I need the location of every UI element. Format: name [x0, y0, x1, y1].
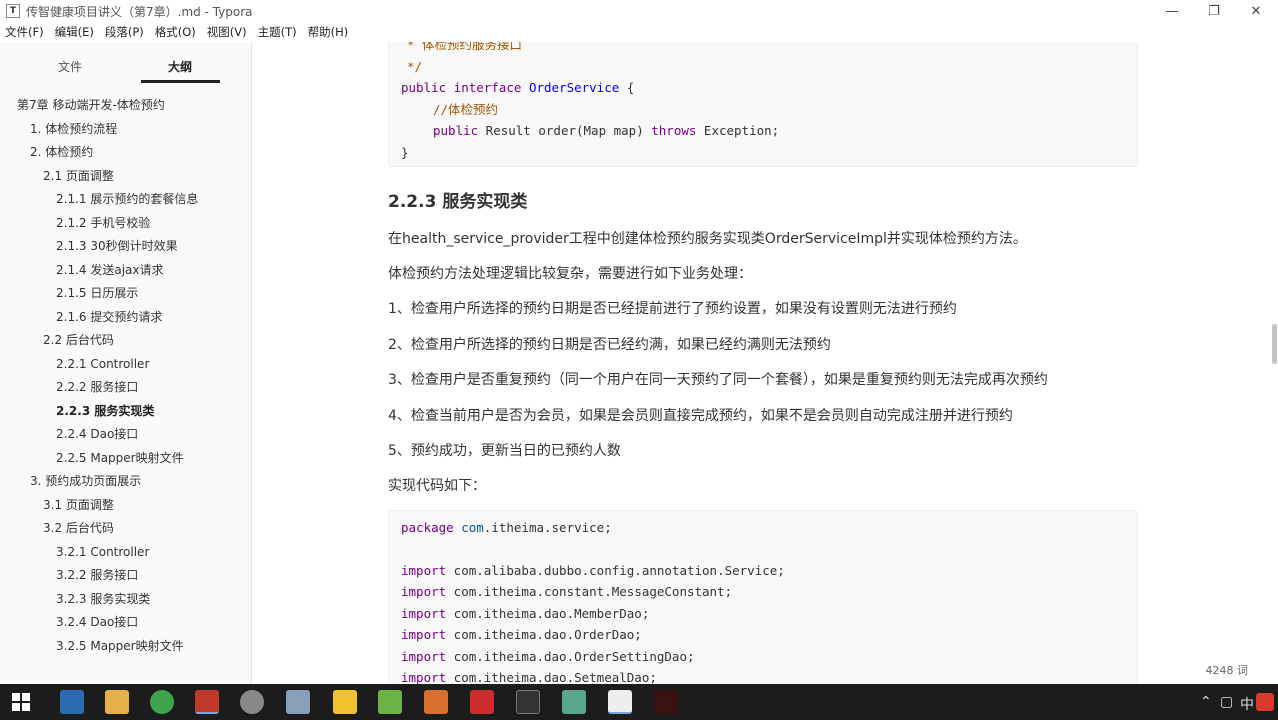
outline-item[interactable]: 3.2.3 服务实现类 [56, 590, 150, 608]
outline-item[interactable]: 2.2.5 Mapper映射文件 [56, 449, 184, 467]
code-line: * 体检预约服务接口 [407, 42, 523, 52]
tray-display-icon[interactable]: ▢ [1220, 694, 1233, 710]
windows-start-icon[interactable] [12, 693, 30, 711]
sidebar: 文件 大纲 第7章 移动端开发-体检预约 1. 体检预约流程 2. 体检预约 2.1 … [0, 42, 252, 684]
outline-item[interactable]: 2.1.1 展示预约的套餐信息 [56, 190, 198, 208]
network-app-icon[interactable] [60, 690, 84, 714]
code-block-interface[interactable]: * 体检预约服务接口 */ public interface OrderServ… [388, 42, 1138, 167]
tab-files[interactable]: 文件 [58, 58, 82, 75]
outline-item[interactable]: 2.2.2 服务接口 [56, 378, 138, 396]
typora-app-icon: T [6, 4, 20, 18]
notepad-plus-icon[interactable] [378, 690, 402, 714]
outline-item[interactable]: 2.1.4 发送ajax请求 [56, 261, 164, 279]
outline-item[interactable]: 2.1.3 30秒倒计时效果 [56, 237, 178, 255]
scrollbar-thumb[interactable] [1272, 324, 1277, 364]
outline-item[interactable]: 2.1.5 日历展示 [56, 284, 138, 302]
tray-expand-icon[interactable]: ⌃ [1200, 694, 1212, 710]
tray-sogou-icon[interactable] [1256, 693, 1274, 711]
menu-view[interactable]: 视图(V) [207, 24, 247, 40]
code-line: import com.itheima.dao.OrderDao; [401, 627, 642, 642]
code-line: //体检预约 [433, 102, 499, 117]
restore-button[interactable]: ❐ [1192, 0, 1236, 22]
menu-bar: 文件(F) 编辑(E) 段落(P) 格式(O) 视图(V) 主题(T) 帮助(H… [0, 22, 1278, 42]
app-icon[interactable] [240, 690, 264, 714]
active-tab-indicator [141, 80, 220, 83]
terminal-icon[interactable] [516, 690, 540, 714]
code-line: } [401, 145, 409, 160]
recorder-icon[interactable] [654, 690, 678, 714]
menu-file[interactable]: 文件(F) [5, 24, 44, 40]
outline-item[interactable]: 2.1.2 手机号校验 [56, 214, 150, 232]
code-block-impl[interactable]: package com.itheima.service; import com.… [388, 510, 1138, 684]
paragraph: 1、检查用户所选择的预约日期是否已经提前进行了预约设置，如果没有设置则无法进行预… [388, 301, 957, 317]
editor-content[interactable]: * 体检预约服务接口 */ public interface OrderServ… [253, 42, 1278, 684]
notes-app-icon[interactable] [333, 690, 357, 714]
code-line: */ [407, 59, 423, 74]
outline-item[interactable]: 2.2 后台代码 [43, 331, 114, 349]
paragraph: 体检预约方法处理逻辑比较复杂，需要进行如下业务处理： [388, 266, 752, 282]
code-line: import com.itheima.constant.MessageConst… [401, 584, 733, 599]
editor-app-icon[interactable] [562, 690, 586, 714]
menu-theme[interactable]: 主题(T) [258, 24, 297, 40]
outline-item[interactable]: 2. 体检预约 [30, 143, 93, 161]
redis-icon[interactable] [470, 690, 494, 714]
code-line: import com.alibaba.dubbo.config.annotati… [401, 563, 785, 578]
paragraph: 2、检查用户所选择的预约日期是否已经约满，如果已经约满则无法预约 [388, 337, 831, 353]
outline-item[interactable]: 3.2.5 Mapper映射文件 [56, 637, 184, 655]
sidebar-footer [0, 654, 252, 684]
window-title: 传智健康项目讲义（第7章）.md - Typora [26, 4, 253, 19]
paragraph: 4、检查当前用户是否为会员，如果是会员则直接完成预约，如果不是会员则自动完成注册… [388, 408, 1013, 424]
paragraph: 5、预约成功，更新当日的已预约人数 [388, 443, 621, 459]
menu-paragraph[interactable]: 段落(P) [105, 24, 144, 40]
file-explorer-icon[interactable] [105, 690, 129, 714]
code-line: package com.itheima.service; [401, 520, 612, 535]
tray-language-icon[interactable]: 中 [1240, 694, 1254, 714]
outline-item[interactable]: 1. 体检预约流程 [30, 120, 117, 138]
sidebar-tabs: 文件 大纲 [0, 42, 251, 86]
outline-item[interactable]: 2.2.1 Controller [56, 355, 149, 373]
code-line: import com.itheima.dao.OrderSettingDao; [401, 649, 695, 664]
outline-item[interactable]: 2.2.3 服务实现类 [56, 402, 154, 420]
typora-taskbar-icon[interactable] [608, 690, 632, 714]
code-line: import com.itheima.dao.SetmealDao; [401, 670, 657, 684]
paint-app-icon[interactable] [424, 690, 448, 714]
vertical-scrollbar[interactable] [1270, 42, 1278, 684]
chrome-icon[interactable] [150, 690, 174, 714]
menu-help[interactable]: 帮助(H) [308, 24, 349, 40]
outline-item[interactable]: 3. 预约成功页面展示 [30, 472, 141, 490]
paragraph: 实现代码如下： [388, 478, 486, 494]
outline-item[interactable]: 第7章 移动端开发-体检预约 [17, 96, 165, 114]
minimize-button[interactable]: — [1150, 0, 1194, 22]
outline-item[interactable]: 3.2.4 Dao接口 [56, 613, 138, 631]
settings-app-icon[interactable] [286, 690, 310, 714]
outline-item[interactable]: 3.2 后台代码 [43, 519, 114, 537]
outline-item[interactable]: 2.1 页面调整 [43, 167, 114, 185]
code-line: public Result order(Map map) throws Exce… [433, 123, 780, 138]
code-line: public interface OrderService { [401, 80, 635, 95]
outline-item[interactable]: 2.1.6 提交预约请求 [56, 308, 162, 326]
close-button[interactable]: ✕ [1234, 0, 1278, 22]
tab-outline[interactable]: 大纲 [168, 58, 192, 75]
outline-item[interactable]: 2.2.4 Dao接口 [56, 425, 138, 443]
section-heading: 2.2.3 服务实现类 [388, 192, 528, 212]
paragraph: 在health_service_provider工程中创建体检预约服务实现类Or… [388, 231, 1027, 247]
paragraph: 3、检查用户是否重复预约（同一个用户在同一天预约了同一个套餐），如果是重复预约则… [388, 372, 1048, 388]
outline-item[interactable]: 3.2.1 Controller [56, 543, 149, 561]
outline-item[interactable]: 3.1 页面调整 [43, 496, 114, 514]
word-count[interactable]: 4248 词 [1206, 662, 1249, 678]
menu-edit[interactable]: 编辑(E) [55, 24, 94, 40]
title-bar: T 传智健康项目讲义（第7章）.md - Typora — ❐ ✕ [0, 0, 1278, 22]
menu-format[interactable]: 格式(O) [155, 24, 196, 40]
intellij-icon[interactable] [195, 690, 219, 714]
code-line: import com.itheima.dao.MemberDao; [401, 606, 650, 621]
outline-item[interactable]: 3.2.2 服务接口 [56, 566, 138, 584]
windows-taskbar: ⌃ ▢ 中 [0, 684, 1278, 720]
